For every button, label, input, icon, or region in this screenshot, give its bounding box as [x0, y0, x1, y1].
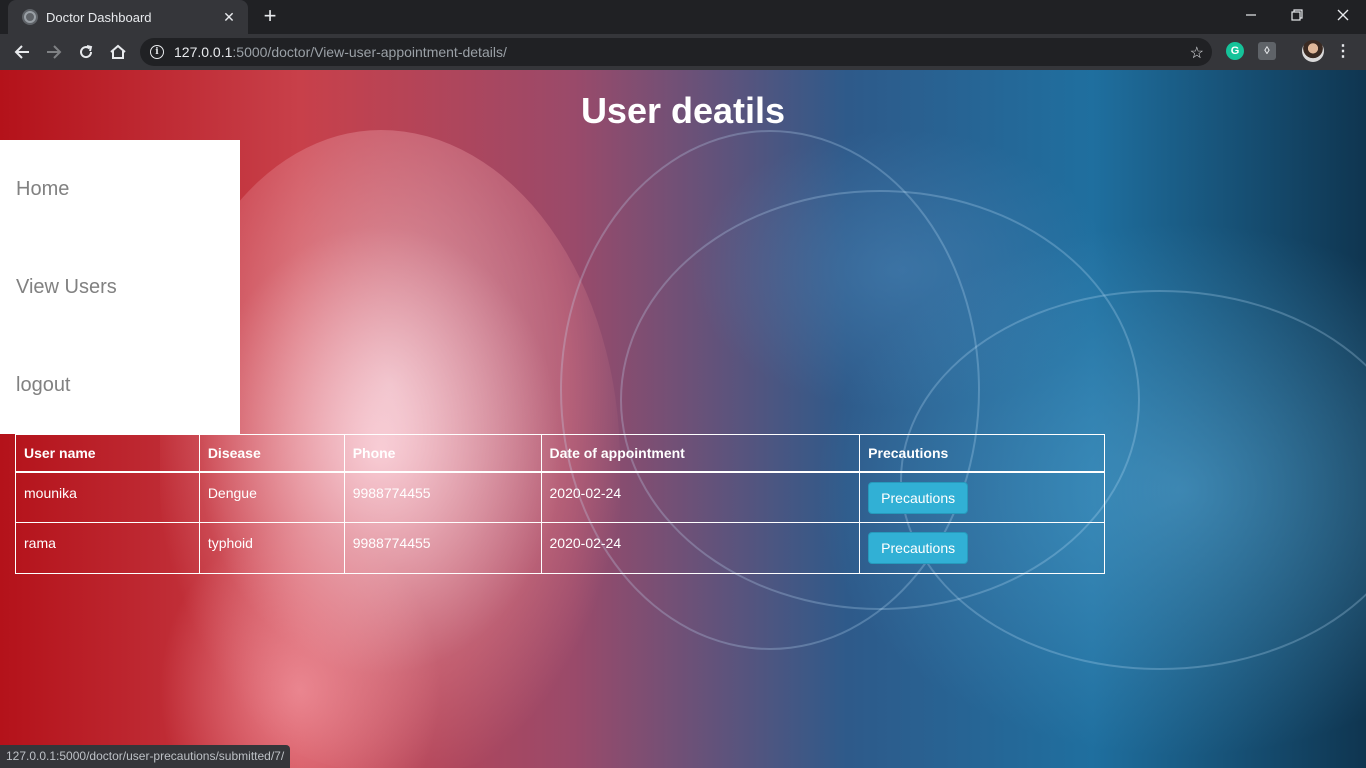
tab-strip: Doctor Dashboard ✕ +	[0, 0, 1366, 34]
precautions-button[interactable]: Precautions	[868, 532, 969, 564]
header-date: Date of appointment	[540, 434, 861, 473]
cell-date: 2020-02-24	[540, 471, 861, 523]
cell-disease: typhoid	[198, 522, 345, 574]
cell-phone: 9988774455	[343, 471, 542, 523]
cell-user-name: rama	[15, 522, 200, 574]
extension-icon[interactable]: ◊	[1258, 42, 1276, 60]
reload-icon[interactable]	[74, 40, 98, 64]
cell-disease: Dengue	[198, 471, 345, 523]
table-header-row: User name Disease Phone Date of appointm…	[15, 434, 1105, 473]
url-text: 127.0.0.1:5000/doctor/View-user-appointm…	[174, 44, 507, 60]
url-path: :5000/doctor/View-user-appointment-detai…	[232, 44, 507, 60]
page-title: User deatils	[580, 90, 786, 131]
browser-toolbar: i 127.0.0.1:5000/doctor/View-user-appoin…	[0, 34, 1366, 70]
star-icon[interactable]: ☆	[1190, 43, 1204, 63]
cell-phone: 9988774455	[343, 522, 542, 574]
nav-home-link[interactable]: Home	[16, 178, 69, 201]
tab-title: Doctor Dashboard	[46, 9, 152, 25]
avatar[interactable]	[1302, 40, 1324, 62]
home-icon[interactable]	[106, 40, 130, 64]
page-content: User deatils Home View Users logout User…	[0, 70, 1366, 768]
url-host: 127.0.0.1	[174, 44, 233, 60]
close-icon[interactable]	[1320, 0, 1366, 30]
info-icon[interactable]: i	[150, 45, 164, 59]
header-user-name: User name	[15, 434, 200, 473]
appointments-table: User name Disease Phone Date of appointm…	[15, 434, 1105, 574]
back-icon[interactable]	[10, 40, 34, 64]
cell-action: Precautions	[859, 471, 1105, 523]
new-tab-icon[interactable]: +	[258, 5, 282, 29]
grammarly-icon[interactable]: G	[1226, 42, 1244, 60]
sidebar-nav: Home View Users logout	[0, 140, 240, 434]
globe-icon	[22, 9, 38, 25]
table-row: mounika Dengue 9988774455 2020-02-24 Pre…	[15, 471, 1105, 523]
cell-action: Precautions	[859, 522, 1105, 574]
nav-logout-link[interactable]: logout	[16, 374, 71, 397]
header-precautions: Precautions	[859, 434, 1105, 473]
address-bar[interactable]: i 127.0.0.1:5000/doctor/View-user-appoin…	[140, 38, 1212, 66]
restore-icon[interactable]	[1274, 0, 1320, 30]
table-row: rama typhoid 9988774455 2020-02-24 Preca…	[15, 522, 1105, 574]
header-phone: Phone	[343, 434, 542, 473]
menu-icon[interactable]: ⋮	[1334, 42, 1352, 60]
cell-date: 2020-02-24	[540, 522, 861, 574]
cell-user-name: mounika	[15, 471, 200, 523]
nav-view-users-link[interactable]: View Users	[16, 276, 117, 299]
status-bar-url: 127.0.0.1:5000/doctor/user-precautions/s…	[0, 745, 291, 768]
minimize-icon[interactable]	[1228, 0, 1274, 30]
tab-close-icon[interactable]: ✕	[220, 8, 238, 26]
browser-tab[interactable]: Doctor Dashboard ✕	[8, 0, 248, 34]
precautions-button[interactable]: Precautions	[868, 481, 969, 514]
forward-icon[interactable]	[42, 40, 66, 64]
header-disease: Disease	[198, 434, 345, 473]
